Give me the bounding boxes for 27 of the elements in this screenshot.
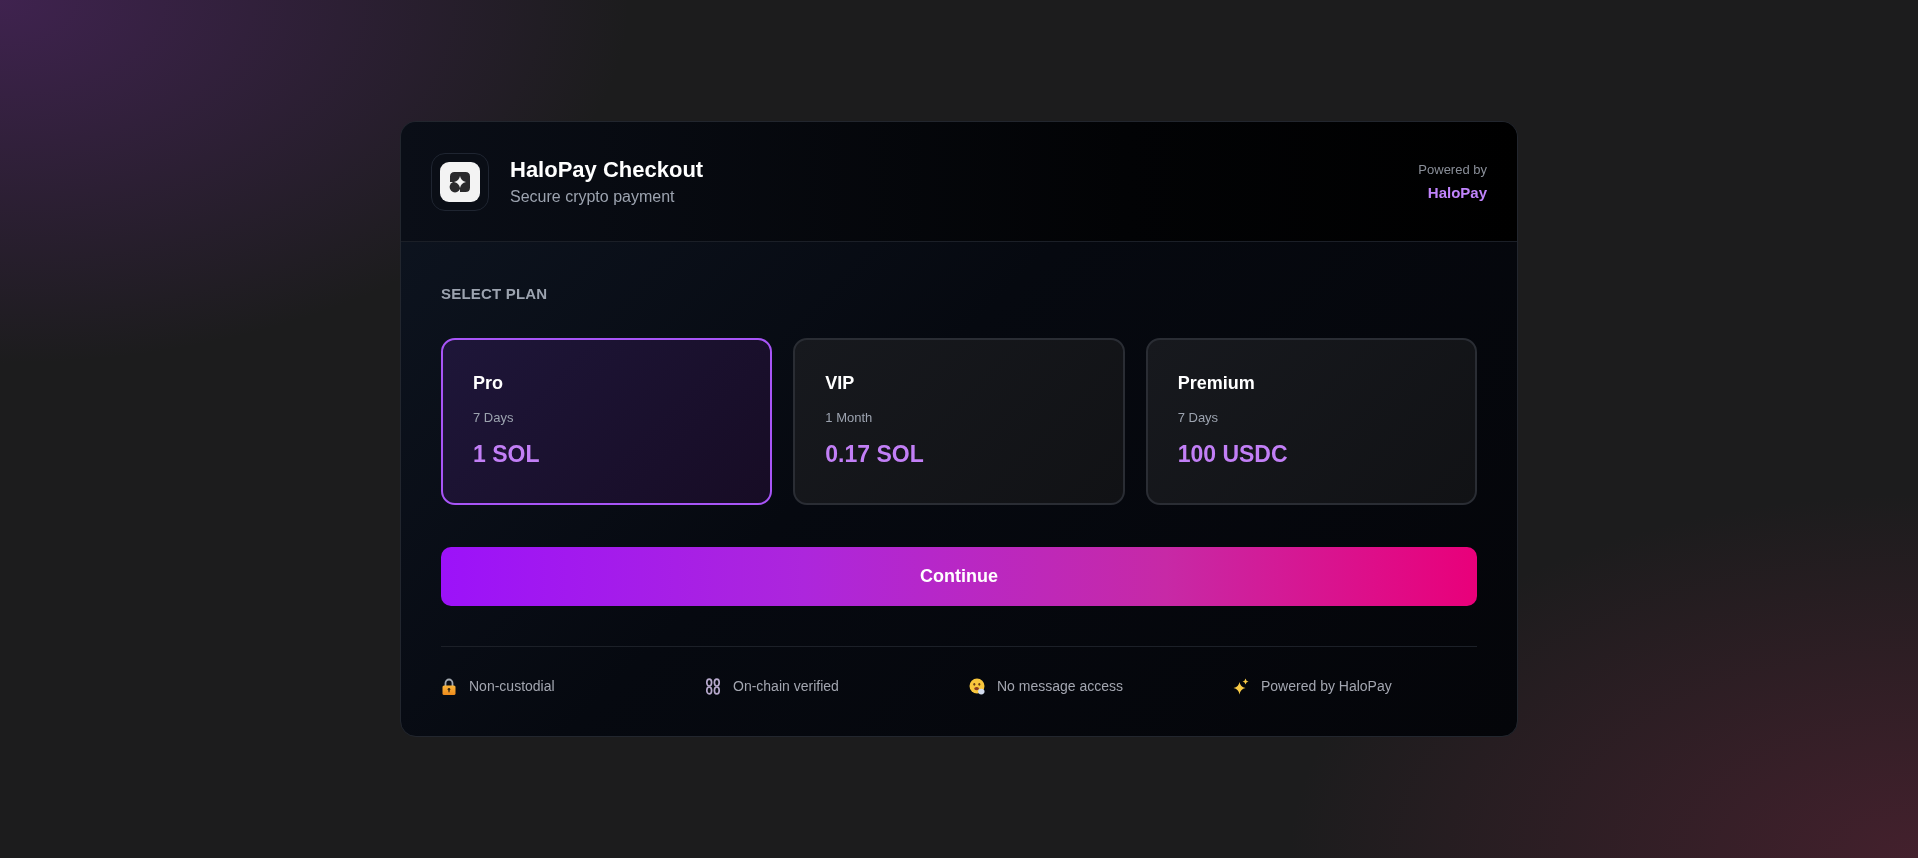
plan-card[interactable]: VIP 1 Month 0.17 SOL bbox=[793, 338, 1125, 505]
plan-price: 100 USDC bbox=[1177, 440, 1288, 468]
plan-price: 1 SOL bbox=[473, 440, 540, 468]
plan-card[interactable]: Pro 7 Days 1 SOL bbox=[441, 338, 773, 505]
logo-icon bbox=[431, 152, 489, 211]
continue-button[interactable]: Continue bbox=[441, 547, 1477, 606]
plan-duration: 7 Days bbox=[473, 410, 514, 426]
plan-name: VIP bbox=[825, 372, 855, 394]
face-icon bbox=[969, 677, 985, 695]
plan-name: Premium bbox=[1177, 372, 1255, 394]
plan-duration: 7 Days bbox=[1177, 410, 1219, 426]
plan-card[interactable]: Premium 7 Days 100 USDC bbox=[1145, 338, 1477, 505]
feature-label: Powered by HaloPay bbox=[1261, 677, 1392, 696]
feature-label: No message access bbox=[997, 677, 1124, 696]
chain-icon bbox=[705, 677, 721, 695]
checkout-subtitle: Secure crypto payment bbox=[510, 186, 676, 207]
plan-price: 0.17 SOL bbox=[825, 440, 924, 468]
sparkles-icon bbox=[1233, 677, 1249, 695]
feature-label: On-chain verified bbox=[733, 677, 839, 696]
powered-by-label: Powered by bbox=[1418, 161, 1487, 178]
lock-icon bbox=[441, 677, 457, 695]
feature-label: Non-custodial bbox=[469, 677, 555, 696]
plan-name: Pro bbox=[473, 372, 503, 394]
plan-duration: 1 Month bbox=[825, 410, 873, 426]
checkout-title: HaloPay Checkout bbox=[510, 156, 704, 183]
section-label: SELECT PLAN bbox=[441, 285, 549, 303]
brand-name: HaloPay bbox=[1427, 183, 1487, 202]
